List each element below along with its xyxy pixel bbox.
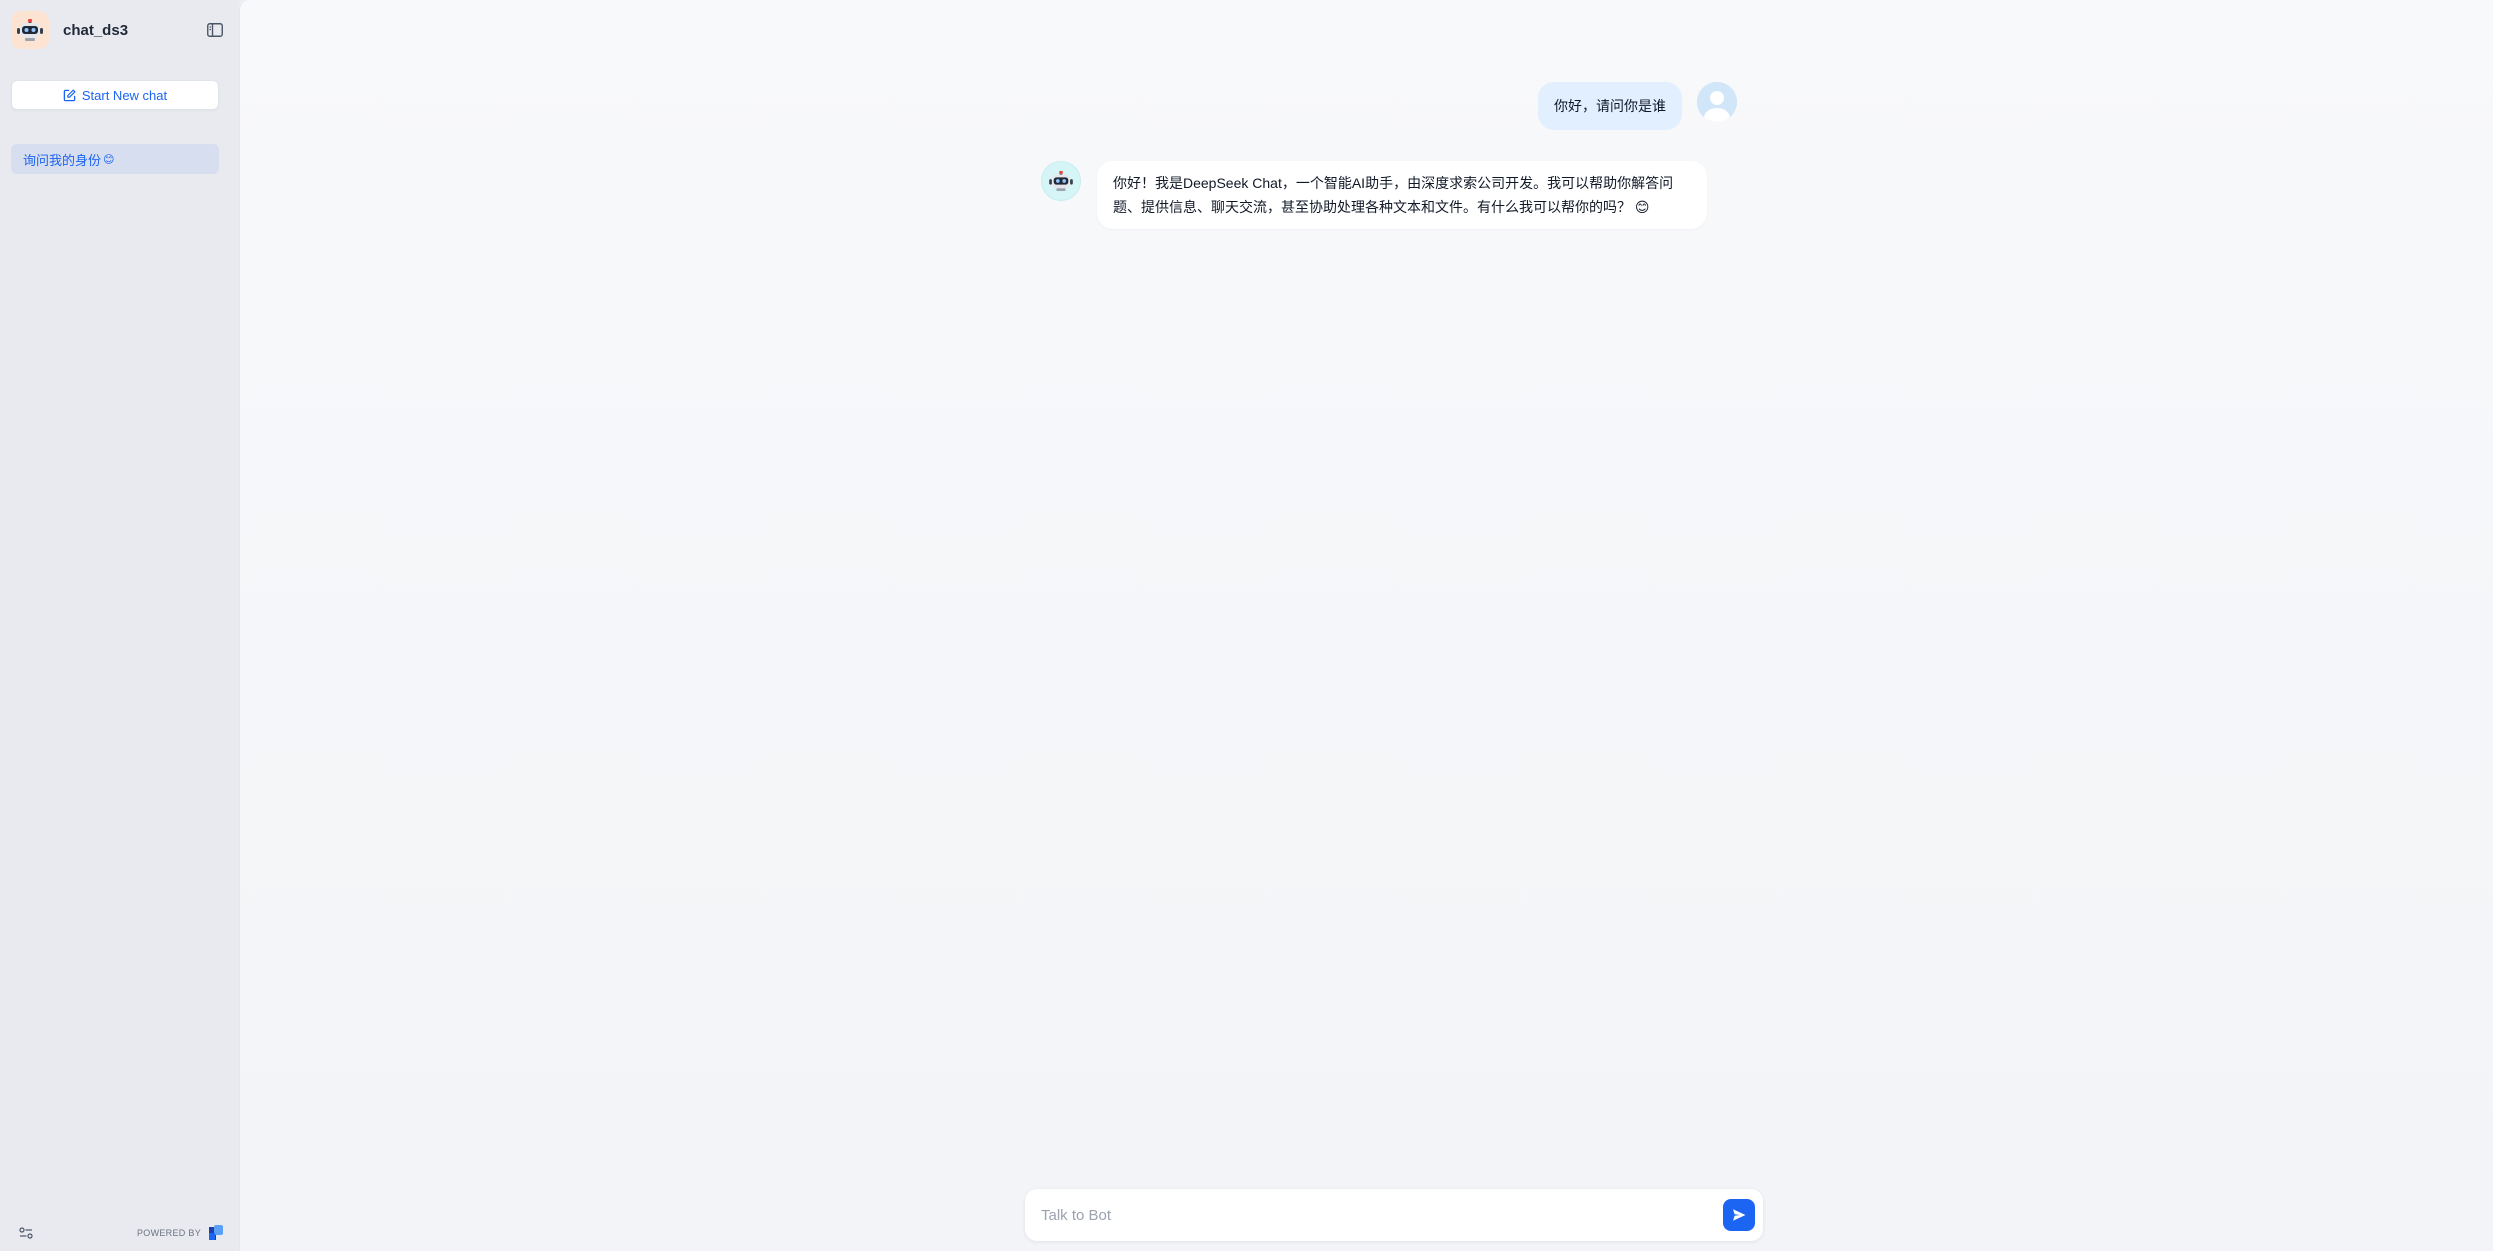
chat-input-box [1025, 1189, 1763, 1241]
chat-input[interactable] [1039, 1205, 1723, 1225]
powered-by-label: POWERED BY [136, 1228, 201, 1238]
conversation-label: 询问我的身份 [23, 152, 102, 168]
sidebar-collapse-icon[interactable] [205, 20, 225, 40]
robot-icon [11, 11, 49, 49]
robot-icon [1041, 161, 1081, 201]
sidebar-footer: POWERED BY [18, 1223, 225, 1243]
bot-message-row: 你好！我是DeepSeek Chat，一个智能AI助手，由深度求索公司开发。我可… [1041, 161, 1707, 229]
conversation-emoji: 😊 [103, 153, 115, 166]
brand-logo-icon [207, 1224, 225, 1242]
sidebar: chat_ds3 Start New chat 询问我的身份 😊 POWERED… [0, 0, 239, 1251]
edit-icon [63, 89, 76, 101]
app-name: chat_ds3 [63, 21, 129, 39]
user-message-row: 你好，请问你是谁 [1538, 82, 1737, 130]
start-new-chat-label: Start New chat [81, 87, 168, 103]
send-button[interactable] [1723, 1199, 1755, 1231]
chat-area: 你好，请问你是谁 你好！我是DeepSeek Chat，一个智能AI助手，由深度… [239, 0, 2493, 1251]
start-new-chat-button[interactable]: Start New chat [11, 80, 219, 110]
app-window: chat_ds3 Start New chat 询问我的身份 😊 POWERED… [0, 0, 2493, 1251]
bot-message-bubble: 你好！我是DeepSeek Chat，一个智能AI助手，由深度求索公司开发。我可… [1097, 161, 1707, 229]
user-icon [1697, 82, 1737, 122]
user-message-bubble: 你好，请问你是谁 [1538, 82, 1682, 130]
conversation-item[interactable]: 询问我的身份 😊 [11, 144, 219, 174]
powered-by: POWERED BY [137, 1224, 225, 1242]
sliders-icon[interactable] [18, 1225, 34, 1241]
send-icon [1733, 1209, 1746, 1221]
sidebar-header: chat_ds3 [11, 10, 228, 50]
